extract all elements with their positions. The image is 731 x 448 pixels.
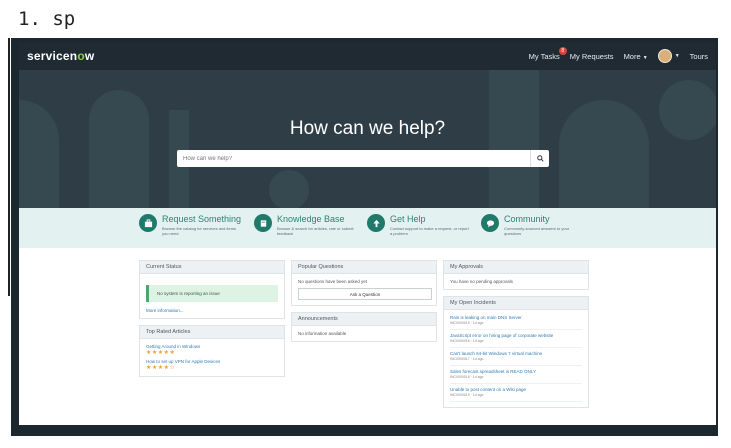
screenshot-frame: servicenow My Tasks 8 My Requests More ▼… [11,38,718,436]
arrow-up-icon [367,214,385,232]
card-header: My Open Incidents [444,297,588,310]
current-status-card: Current Status No system is reporting an… [139,260,285,319]
announcements-card: Announcements No information available [291,312,437,342]
card-header: Current Status [140,261,284,274]
list-item[interactable]: Unable to post content on a Wiki page IN… [450,384,582,402]
left-column: Current Status No system is reporting an… [139,260,285,383]
card-header: Top Rated Articles [140,326,284,339]
card-header: Announcements [292,313,436,326]
user-menu[interactable]: ▼ [657,49,680,63]
quicklink-request-something[interactable]: Request Something Browse the catalog for… [139,214,242,236]
chevron-down-icon: ▼ [674,53,680,59]
empty-message: No information available [298,331,347,336]
search-input[interactable] [177,150,530,167]
book-icon [254,214,272,232]
popular-questions-card: Popular Questions No questions have been… [291,260,437,306]
nav-right: My Tasks 8 My Requests More ▼ ▼ Tours [529,46,708,63]
quicklink-knowledge-base[interactable]: Knowledge Base Browse & search for artic… [254,214,357,236]
decor-shape [89,90,149,208]
chevron-down-icon: ▼ [642,54,648,61]
list-item[interactable]: Sales forecast spreadsheet is READ ONLY … [450,366,582,384]
more-menu[interactable]: More ▼ [624,52,648,61]
rating-stars: ★★★★☆ [146,365,176,371]
my-tasks-link[interactable]: My Tasks 8 [529,46,567,61]
servicenow-logo[interactable]: servicenow [27,49,94,63]
left-rule [8,38,10,296]
more-information-link[interactable]: More information... [146,308,278,313]
search-icon [536,155,544,162]
rating-stars: ★★★★★ [146,350,176,356]
portal-screen: servicenow My Tasks 8 My Requests More ▼… [19,42,716,425]
decor-shape [269,170,309,208]
search-bar [177,150,549,167]
hero-banner: How can we help? [19,70,716,208]
decor-shape [19,100,59,208]
my-requests-link[interactable]: My Requests [570,52,614,61]
tours-link[interactable]: Tours [690,52,708,61]
quick-links-bar: Request Something Browse the catalog for… [19,208,716,248]
list-item[interactable]: Rain is leaking on main DNS Server INC00… [450,312,582,330]
ask-question-button[interactable]: Ask a Question [298,288,432,300]
page-title: How can we help? [289,118,446,139]
middle-column: Popular Questions No questions have been… [291,260,437,348]
quicklink-get-help[interactable]: Get Help Contact support to make a reque… [367,214,470,236]
quicklink-community[interactable]: Community Community-sourced answers to y… [481,214,584,236]
top-nav: servicenow My Tasks 8 My Requests More ▼… [19,42,716,70]
search-button[interactable] [530,150,549,167]
empty-message: No questions have been asked yet [298,279,368,284]
slide-caption: 1. sp [18,8,76,30]
decor-shape [559,100,649,208]
list-item[interactable]: JavaScript error on hiring page of corpo… [450,330,582,348]
card-header: My Approvals [444,261,588,274]
empty-message: You have no pending approvals [450,279,513,284]
top-rated-articles-card: Top Rated Articles Getting Around in Win… [139,325,285,377]
status-message: No system is reporting an issue [146,285,278,302]
my-open-incidents-card: My Open Incidents Rain is leaking on mai… [443,296,589,408]
list-item[interactable]: Can't launch 64-bit Windows 7 virtual ma… [450,348,582,366]
bag-icon [139,214,157,232]
right-column: My Approvals You have no pending approva… [443,260,589,414]
avatar [657,49,672,63]
my-approvals-card: My Approvals You have no pending approva… [443,260,589,290]
chat-icon [481,214,499,232]
tasks-count-badge: 8 [558,46,567,55]
card-header: Popular Questions [292,261,436,274]
